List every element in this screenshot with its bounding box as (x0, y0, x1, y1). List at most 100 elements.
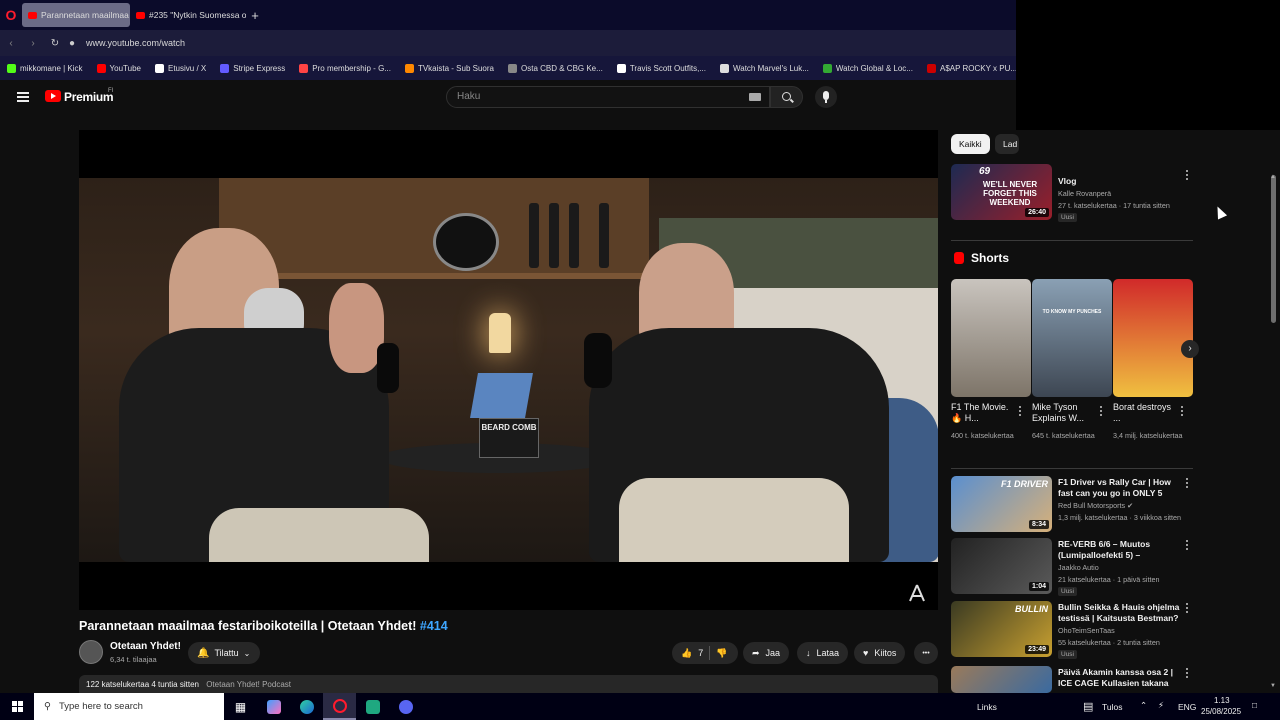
share-button[interactable]: ➦ Jaa (743, 642, 790, 664)
bookmark-label: TVkaista - Sub Suora (417, 63, 494, 73)
thanks-button[interactable]: ♥ Kiitos (854, 642, 906, 664)
short-title[interactable]: F1 The Movie. 🔥 H... (951, 402, 1017, 424)
video-frame[interactable]: BEARD COMB (79, 178, 938, 562)
voice-search-button[interactable] (815, 86, 837, 108)
player-controls (79, 578, 938, 610)
hamburger-menu-icon[interactable] (17, 92, 29, 102)
task-view-icon[interactable]: ▦ (224, 693, 257, 720)
search-button[interactable] (770, 86, 803, 108)
dislike-icon[interactable]: 👎 (716, 648, 727, 659)
short-thumbnail[interactable] (1113, 279, 1193, 397)
hashtag-link[interactable]: #414 (420, 619, 448, 633)
scroll-down-icon[interactable]: ▼ (1270, 683, 1276, 689)
lock-icon[interactable]: ● (66, 38, 78, 49)
links-toolbar[interactable]: Links (977, 702, 997, 712)
bookmark-item[interactable]: Etusivu / X (148, 63, 213, 73)
tray-chevron-icon[interactable]: ⌃ (1140, 700, 1147, 711)
notification-icon[interactable]: □ (1252, 700, 1257, 710)
recommendation-title[interactable]: RE-VERB 6/6 – Muutos (Lumipalloefekti 5)… (1058, 539, 1182, 561)
discord-icon[interactable] (389, 693, 422, 720)
lamp (489, 313, 511, 353)
search-input[interactable]: Haku (446, 86, 770, 108)
like-icon[interactable]: 👍 (681, 648, 692, 659)
bookmark-item[interactable]: Pro membership - G... (292, 63, 398, 73)
opera-icon[interactable] (323, 693, 356, 720)
short-title[interactable]: Borat destroys ... (1113, 402, 1179, 424)
chip-all[interactable]: Kaikki (951, 134, 990, 154)
more-options-icon[interactable] (1186, 603, 1189, 614)
tab-label: #235 "Nytkin Suomessa on (149, 10, 246, 20)
bookmark-item[interactable]: mikkomane | Kick (0, 63, 90, 73)
recommendation-channel[interactable]: Jaakko Autio (1058, 562, 1099, 573)
tulos-label[interactable]: Tulos (1102, 702, 1122, 712)
recommendation-thumbnail[interactable] (951, 666, 1052, 693)
description-channel[interactable]: Otetaan Yhdet! Podcast (206, 680, 291, 689)
bottle (599, 203, 609, 268)
more-options-icon[interactable] (1186, 668, 1189, 679)
app-green-icon[interactable] (356, 693, 389, 720)
new-tab-button[interactable]: + (246, 6, 264, 24)
more-options-icon[interactable] (1186, 540, 1189, 551)
channel-name[interactable]: Otetaan Yhdet! (110, 641, 181, 652)
tab-inactive[interactable]: #235 "Nytkin Suomessa on (130, 3, 246, 27)
bookmark-item[interactable]: Watch Marvel's Luk... (713, 63, 816, 73)
keyboard-icon[interactable] (749, 93, 761, 101)
search-icon: ⚲ (44, 701, 51, 712)
forward-icon[interactable]: › (22, 38, 44, 49)
taskbar-search-input[interactable]: ⚲ Type here to search (34, 693, 224, 720)
recommendation-channel[interactable]: OhoTeimSenTaas (1058, 625, 1115, 636)
channel-watermark-icon[interactable] (906, 584, 928, 602)
chip-next[interactable]: Lad (995, 134, 1019, 154)
more-options-icon[interactable] (1100, 406, 1103, 417)
shorts-next-icon[interactable]: › (1181, 340, 1199, 358)
recommendation-title[interactable]: Vlog (1058, 176, 1183, 187)
recommendation-title[interactable]: Päivä Akamin kanssa osa 2 | ICE CAGE Kul… (1058, 667, 1182, 689)
recommendation-thumbnail[interactable]: F1 DRIVER 8:34 (951, 476, 1052, 532)
start-button[interactable] (0, 693, 34, 720)
clock-date[interactable]: 25/08/2025 (1201, 707, 1241, 716)
recommendation-title[interactable]: Bullin Seikka & Hauis ohjelma testissä |… (1058, 602, 1182, 624)
scrollbar-thumb[interactable] (1271, 175, 1276, 323)
bookmark-item[interactable]: Travis Scott Outfits,... (610, 63, 713, 73)
scroll-up-icon[interactable]: ▲ (1270, 174, 1276, 180)
short-thumbnail[interactable]: TO KNOW MY PUNCHES (1032, 279, 1112, 397)
recommendation-thumbnail[interactable]: 69 WE'LL NEVER FORGET THIS WEEKEND 26:40 (951, 164, 1052, 220)
subscribed-button[interactable]: 🔔 Tilattu ⌄ (188, 642, 260, 664)
edge-icon[interactable] (290, 693, 323, 720)
back-icon[interactable]: ‹ (0, 38, 22, 49)
short-title[interactable]: Mike Tyson Explains W... (1032, 402, 1098, 424)
short-thumbnail[interactable] (951, 279, 1031, 397)
like-count[interactable]: 7 (698, 648, 703, 658)
reload-icon[interactable]: ↻ (44, 38, 66, 49)
copilot-icon[interactable] (257, 693, 290, 720)
recommendation-channel[interactable]: Kalle Rovanperä (1058, 188, 1111, 199)
bookmark-item[interactable]: Watch Global & Loc... (816, 63, 920, 73)
recommendation-channel[interactable]: Red Bull Motorsports ✔ (1058, 500, 1133, 511)
tab-active[interactable]: Parannetaan maailmaa (22, 3, 130, 27)
recommendation-title[interactable]: F1 Driver vs Rally Car | How fast can yo… (1058, 477, 1182, 499)
more-actions-button[interactable]: ••• (914, 642, 938, 664)
channel-avatar[interactable] (79, 640, 103, 664)
bookmark-item[interactable]: A$AP ROCKY x PU... (920, 63, 1016, 73)
youtube-logo-icon[interactable] (45, 90, 61, 102)
more-options-icon[interactable] (1186, 478, 1189, 489)
tulos-icon[interactable]: ▤ (1083, 700, 1093, 713)
download-button[interactable]: ↓ Lataa (797, 642, 849, 664)
youtube-brand[interactable]: Premium (64, 90, 114, 104)
bookmark-item[interactable]: Osta CBD & CBG Ke... (501, 63, 610, 73)
more-options-icon[interactable] (1019, 406, 1022, 417)
bookmark-item[interactable]: YouTube (90, 63, 148, 73)
more-options-icon[interactable] (1186, 170, 1189, 181)
url-field[interactable]: www.youtube.com/watch (86, 38, 185, 48)
opera-logo-icon[interactable]: O (0, 0, 22, 30)
recommendation-thumbnail[interactable]: 1:04 (951, 538, 1052, 594)
language-indicator[interactable]: ENG (1178, 702, 1196, 712)
network-icon[interactable]: ⚡ (1158, 700, 1164, 711)
more-options-icon[interactable] (1181, 406, 1184, 417)
bookmark-item[interactable]: TVkaista - Sub Suora (398, 63, 501, 73)
description-box[interactable]: 122 katselukertaa 4 tuntia sitten Otetaa… (79, 675, 938, 693)
recommendation-thumbnail[interactable]: BULLIN 23:49 (951, 601, 1052, 657)
bookmark-item[interactable]: Stripe Express (213, 63, 292, 73)
recommendation-meta: 55 katselukertaa · 2 tuntia sitten (1058, 638, 1160, 647)
clock-time[interactable]: 1.13 (1214, 696, 1230, 705)
